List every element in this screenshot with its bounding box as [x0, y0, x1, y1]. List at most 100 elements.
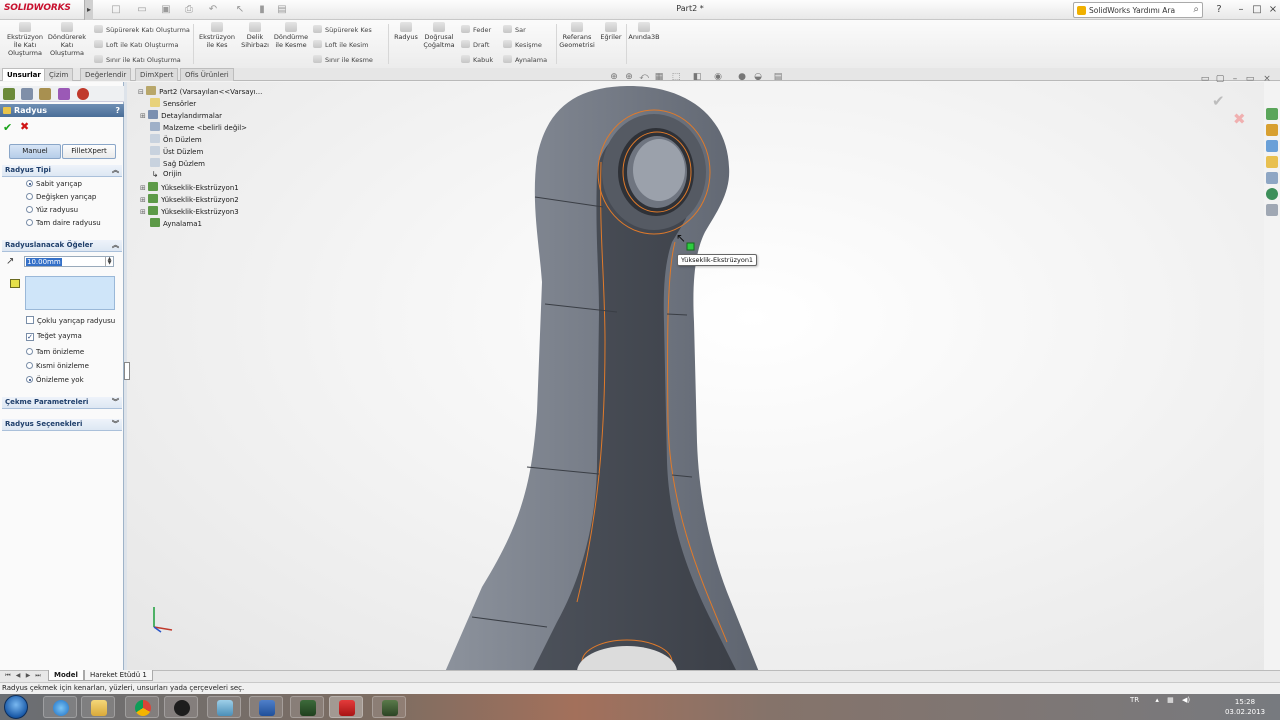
radio-no-preview[interactable]: Önizleme yok: [26, 376, 84, 384]
network-tray-icon[interactable]: ▦: [1167, 696, 1174, 704]
radio-constant-radius[interactable]: Sabit yarıçap: [26, 180, 82, 188]
boundary-boss-button[interactable]: Sınır ile Katı Oluşturma: [94, 55, 181, 64]
tab-manual[interactable]: Manuel: [9, 144, 61, 159]
tree-item-extrude3[interactable]: ⊞ Yükseklik-Ekstrüzyon3: [140, 206, 239, 216]
taskbar-app[interactable]: [164, 696, 198, 718]
items-to-fillet-group-header[interactable]: Radyuslanacak Öğeler ︽: [2, 240, 122, 252]
previous-tab-icon[interactable]: ◀: [14, 672, 22, 680]
maximize-button[interactable]: □: [1250, 3, 1264, 17]
help-icon[interactable]: ?: [115, 104, 120, 117]
last-tab-icon[interactable]: ⏭: [34, 672, 42, 680]
setback-parameters-group-header[interactable]: Çekme Parametreleri ︾: [2, 397, 122, 409]
help-menu-icon[interactable]: ?: [1212, 3, 1226, 17]
zoom-to-area-icon[interactable]: ⊕: [624, 72, 634, 82]
graphics-area[interactable]: [127, 82, 1264, 670]
tab-features[interactable]: Unsurlar: [2, 68, 46, 81]
property-manager-tab-icon[interactable]: [21, 88, 33, 100]
tree-item-origin[interactable]: ↳ Orijin: [150, 170, 182, 179]
expand-icon[interactable]: ⊞: [140, 208, 146, 216]
tab-office-products[interactable]: Ofis Ürünleri: [180, 68, 234, 81]
collapse-icon[interactable]: ︽: [112, 165, 119, 176]
tree-item-top-plane[interactable]: Üst Düzlem: [150, 146, 203, 156]
tree-root-part[interactable]: ⊟ Part2 (Varsayılan<<Varsayı...: [138, 86, 262, 96]
radio-full-preview[interactable]: Tam önizleme: [26, 348, 84, 356]
expand-icon[interactable]: ⊞: [140, 184, 146, 192]
expand-icon[interactable]: ⊞: [140, 112, 146, 120]
menu-expand-arrow-icon[interactable]: ▸: [84, 0, 93, 20]
extrude-cut-button[interactable]: Ekstrüzyon ile Kes: [196, 22, 238, 49]
viewport-restore-icon[interactable]: ▭: [1245, 74, 1255, 84]
swept-cut-button[interactable]: Süpürerek Kes: [313, 25, 372, 34]
checkbox-multiple-radius[interactable]: Çoklu yarıçap radyusu: [26, 316, 115, 325]
fillet-options-group-header[interactable]: Radyus Seçenekleri ︾: [2, 419, 122, 431]
viewport-split-icon[interactable]: ▭: [1200, 74, 1210, 84]
lofted-cut-button[interactable]: Loft ile Kesim: [313, 40, 368, 49]
display-manager-tab-icon[interactable]: [77, 88, 89, 100]
viewport-minimize-icon[interactable]: –: [1230, 74, 1240, 84]
fillet-button[interactable]: Radyus: [390, 22, 422, 41]
radio-partial-preview[interactable]: Kısmi önizleme: [26, 362, 89, 370]
taskbar-solidworks[interactable]: [329, 696, 363, 718]
radio-face-fillet[interactable]: Yüz radyusu: [26, 206, 78, 214]
rebuild-icon[interactable]: ▮: [256, 4, 268, 16]
start-button[interactable]: [4, 695, 28, 719]
viewport-close-icon[interactable]: ×: [1262, 74, 1272, 84]
zoom-to-fit-icon[interactable]: ⊕: [609, 72, 619, 82]
radius-value-field[interactable]: 10.00mm ▲ ▼: [24, 256, 114, 267]
mirror-button[interactable]: Aynalama: [503, 55, 547, 64]
print-icon[interactable]: ⎙: [183, 4, 195, 16]
tree-item-sensors[interactable]: Sensörler: [150, 98, 196, 108]
folder-icon[interactable]: [1266, 156, 1278, 168]
previous-view-icon[interactable]: ⤺: [639, 72, 649, 82]
edit-appearance-icon[interactable]: ●: [737, 72, 747, 82]
expand-icon[interactable]: ︾: [112, 397, 119, 408]
connecting-rod-model[interactable]: [127, 82, 1264, 670]
intersect-button[interactable]: Kesişme: [503, 40, 542, 49]
file-explorer-icon[interactable]: [1266, 140, 1278, 152]
spinner-arrows-icon[interactable]: ▲ ▼: [105, 257, 113, 266]
close-icon[interactable]: ✖: [20, 120, 29, 133]
viewport-link-icon[interactable]: ▢: [1215, 74, 1225, 84]
select-icon[interactable]: ↖: [234, 4, 246, 16]
view-palette-icon[interactable]: [1266, 172, 1278, 184]
tree-item-annotations[interactable]: ⊞ Detaylandırmalar: [140, 110, 222, 120]
radius-value-text[interactable]: 10.00mm: [26, 258, 62, 266]
tab-model[interactable]: Model: [48, 670, 84, 681]
draft-button[interactable]: Draft: [461, 40, 489, 49]
undo-icon[interactable]: ↶: [207, 4, 219, 16]
taskbar-app[interactable]: [207, 696, 241, 718]
view-orientation-icon[interactable]: ⬚: [671, 72, 681, 82]
rib-button[interactable]: Feder: [461, 25, 491, 34]
tree-item-front-plane[interactable]: Ön Düzlem: [150, 134, 202, 144]
resources-icon[interactable]: [1266, 108, 1278, 120]
tab-motion-study[interactable]: Hareket Etüdü 1: [84, 670, 153, 681]
tab-evaluate[interactable]: Değerlendir: [80, 68, 132, 81]
new-document-icon[interactable]: □: [110, 4, 122, 16]
next-tab-icon[interactable]: ▶: [24, 672, 32, 680]
appearances-icon[interactable]: [1266, 188, 1278, 200]
language-indicator[interactable]: TR: [1130, 696, 1139, 704]
feature-manager-tab-icon[interactable]: [3, 88, 15, 100]
display-style-icon[interactable]: ◧: [692, 72, 702, 82]
expand-icon[interactable]: ⊞: [140, 196, 146, 204]
radius-type-group-header[interactable]: Radyus Tipi ︽: [2, 165, 122, 177]
volume-icon[interactable]: ◀): [1182, 696, 1190, 704]
hide-show-items-icon[interactable]: ◉: [713, 72, 723, 82]
revolve-boss-button[interactable]: Döndürerek Katı Oluşturma: [46, 22, 88, 57]
tree-item-mirror1[interactable]: Aynalama1: [150, 218, 202, 228]
reference-geometry-button[interactable]: Referans Geometrisi: [558, 22, 596, 49]
help-search-box[interactable]: SolidWorks Yardımı Ara ⌕: [1073, 2, 1203, 18]
options-icon[interactable]: ▤: [276, 4, 288, 16]
confirmation-ok-icon[interactable]: ✔: [1212, 92, 1225, 110]
curves-button[interactable]: Eğriler: [597, 22, 625, 41]
radio-variable-radius[interactable]: Değişken yarıçap: [26, 193, 96, 201]
view-settings-icon[interactable]: ▤: [773, 72, 783, 82]
configuration-manager-tab-icon[interactable]: [39, 88, 51, 100]
extrude-boss-button[interactable]: Ekstrüzyon İle Katı Oluşturma: [4, 22, 46, 57]
items-selection-box[interactable]: [25, 276, 115, 310]
search-icon[interactable]: ⌕: [1193, 4, 1199, 15]
linear-pattern-button[interactable]: Doğrusal Çoğaltma: [422, 22, 456, 49]
taskbar-file-explorer[interactable]: [81, 696, 115, 718]
panel-collapse-grip[interactable]: [124, 362, 130, 380]
save-icon[interactable]: ▣: [160, 4, 172, 16]
